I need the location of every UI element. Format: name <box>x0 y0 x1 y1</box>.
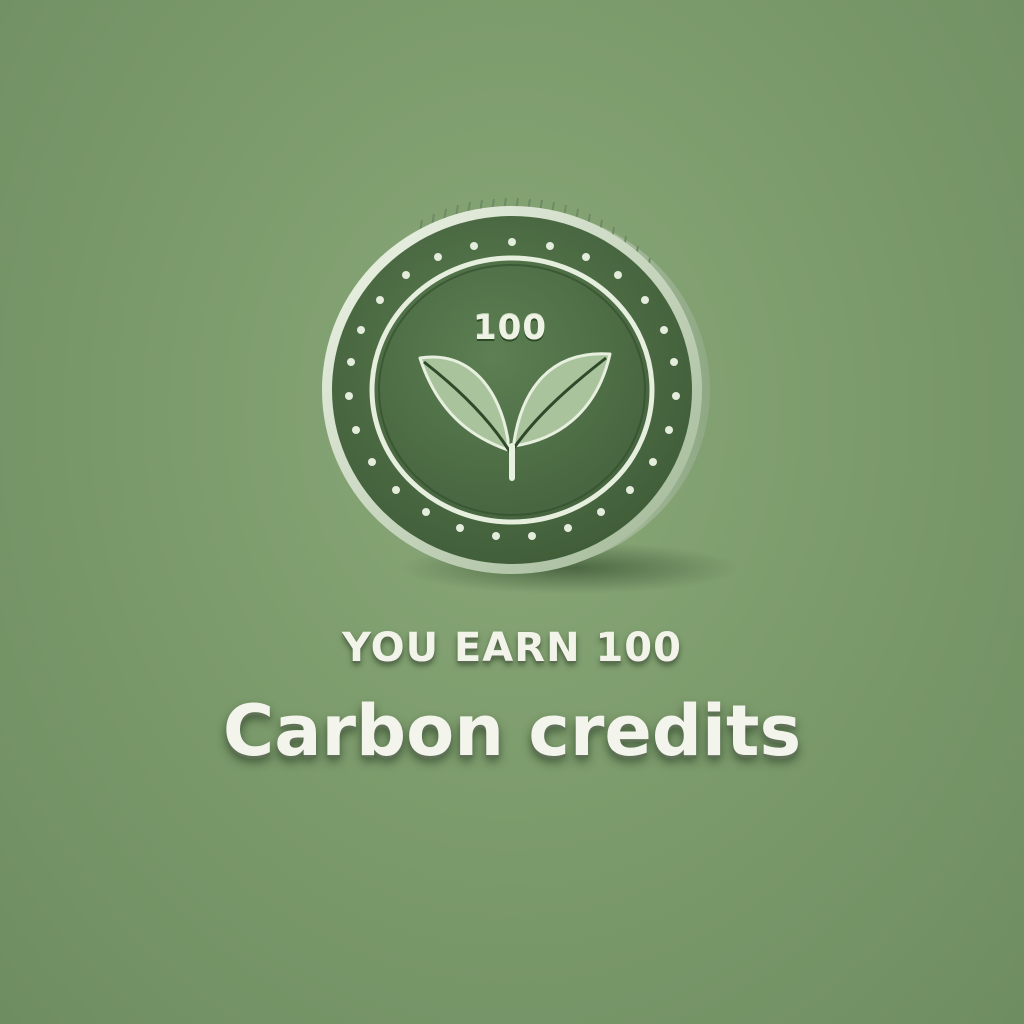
carbon-credits-label: Carbon credits <box>222 690 802 772</box>
coin-graphic <box>322 197 740 594</box>
coin-face <box>332 216 692 564</box>
earn-headline: YOU EARN 100 <box>342 625 682 671</box>
scene: 100 YOU EARN 100 Carbon credits <box>0 0 1024 1024</box>
carbon-credit-coin: 100 <box>300 190 740 610</box>
coin-value-label: 100 <box>473 308 547 348</box>
